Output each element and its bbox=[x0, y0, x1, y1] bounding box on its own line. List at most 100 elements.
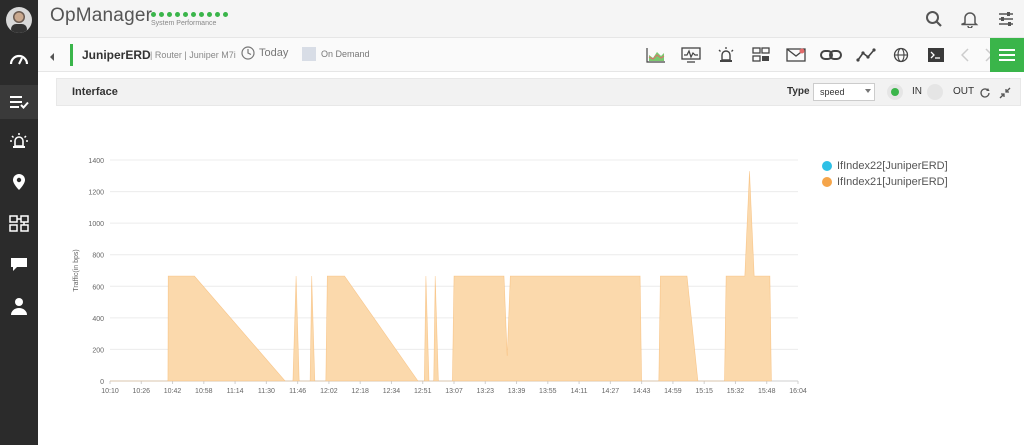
x-tick-label: 12:34 bbox=[383, 388, 401, 395]
period-selector[interactable]: Today bbox=[241, 46, 288, 60]
inventory-icon bbox=[10, 96, 29, 109]
y-tick-label: 400 bbox=[92, 316, 104, 323]
previous-button[interactable] bbox=[953, 38, 977, 72]
terminal-icon bbox=[927, 48, 944, 62]
sidebar bbox=[0, 0, 38, 445]
x-tick-label: 13:07 bbox=[445, 388, 463, 395]
y-tick-label: 1400 bbox=[88, 158, 104, 165]
y-tick-label: 800 bbox=[92, 253, 104, 260]
x-tick-label: 12:51 bbox=[414, 388, 432, 395]
monitor-button[interactable] bbox=[673, 38, 708, 72]
collapse-button[interactable] bbox=[48, 49, 56, 67]
top-bar-actions bbox=[916, 0, 1024, 38]
search-button[interactable] bbox=[916, 0, 952, 38]
x-tick-label: 14:43 bbox=[633, 388, 651, 395]
sidebar-item-users[interactable] bbox=[0, 289, 38, 323]
performance-chart-button[interactable] bbox=[638, 38, 673, 72]
graph-icon bbox=[855, 48, 876, 62]
configuration-button[interactable] bbox=[743, 38, 778, 72]
in-radio[interactable] bbox=[887, 84, 903, 100]
device-status-indicator bbox=[70, 44, 73, 66]
email-button[interactable] bbox=[778, 38, 813, 72]
chevron-left-icon bbox=[961, 48, 969, 62]
alarm-icon bbox=[10, 133, 28, 148]
x-tick-label: 13:39 bbox=[508, 388, 526, 395]
x-tick-label: 10:42 bbox=[164, 388, 182, 395]
x-tick-label: 15:15 bbox=[695, 388, 713, 395]
legend-swatch-in bbox=[822, 161, 832, 171]
mail-icon bbox=[785, 48, 806, 62]
web-button[interactable] bbox=[883, 38, 918, 72]
clock-icon bbox=[241, 46, 255, 60]
sidebar-item-dashboard[interactable] bbox=[0, 42, 38, 76]
hamburger-icon bbox=[999, 49, 1015, 61]
x-tick-label: 11:46 bbox=[289, 388, 306, 395]
avatar[interactable] bbox=[6, 7, 32, 33]
bell-icon bbox=[961, 12, 979, 28]
device-toolbar bbox=[638, 38, 1001, 72]
map-pin-icon bbox=[13, 174, 25, 190]
app-subtitle: System Performance bbox=[151, 20, 217, 27]
status-dots bbox=[151, 12, 228, 17]
sidebar-item-alarms[interactable] bbox=[0, 124, 38, 158]
monitor-icon bbox=[680, 47, 701, 63]
refresh-icon bbox=[980, 88, 990, 98]
sidebar-item-maps[interactable] bbox=[0, 165, 38, 199]
x-tick-label: 11:14 bbox=[227, 388, 244, 395]
app-brand[interactable]: OpManager bbox=[50, 5, 152, 27]
alarm-icon bbox=[718, 47, 733, 62]
on-demand-checkbox[interactable] bbox=[302, 47, 316, 61]
in-label: IN bbox=[912, 86, 922, 97]
y-tick-label: 600 bbox=[92, 284, 104, 291]
caret-left-icon bbox=[50, 53, 54, 61]
search-icon bbox=[926, 11, 942, 27]
on-demand-label: On Demand bbox=[321, 49, 370, 59]
refresh-button[interactable] bbox=[979, 86, 991, 104]
period-label: Today bbox=[259, 47, 289, 59]
sidebar-item-chat[interactable] bbox=[0, 247, 38, 281]
type-select[interactable]: speed bbox=[813, 83, 875, 101]
chevron-down-icon bbox=[865, 89, 871, 93]
dashboard-icon bbox=[9, 54, 29, 65]
menu-button[interactable] bbox=[990, 38, 1024, 72]
sidebar-item-network[interactable] bbox=[0, 206, 38, 240]
interface-panel-header: Interface Type speed IN OUT bbox=[56, 78, 1021, 106]
x-tick-label: 11:30 bbox=[258, 388, 275, 395]
out-radio[interactable] bbox=[927, 84, 943, 100]
y-tick-label: 0 bbox=[100, 379, 104, 386]
globe-icon bbox=[893, 47, 908, 63]
x-tick-label: 14:27 bbox=[602, 388, 620, 395]
x-tick-label: 10:26 bbox=[133, 388, 151, 395]
out-label: OUT bbox=[953, 86, 975, 97]
legend-label: IfIndex22[JuniperERD] bbox=[837, 160, 948, 172]
legend-item-ifindex21[interactable]: IfIndex21[JuniperERD] bbox=[822, 176, 948, 188]
x-tick-label: 15:48 bbox=[758, 388, 776, 395]
legend-label: IfIndex21[JuniperERD] bbox=[837, 176, 948, 188]
x-tick-label: 12:02 bbox=[320, 388, 338, 395]
device-meta: | Router | Juniper M7i bbox=[150, 50, 236, 60]
on-demand-toggle[interactable]: On Demand bbox=[302, 47, 370, 61]
x-tick-label: 13:23 bbox=[477, 388, 495, 395]
sidebar-item-inventory[interactable] bbox=[0, 85, 38, 119]
x-tick-label: 12:18 bbox=[351, 388, 369, 395]
y-axis-label: Traffic(in bps) bbox=[73, 249, 80, 291]
legend-item-ifindex22[interactable]: IfIndex22[JuniperERD] bbox=[822, 160, 948, 172]
compress-icon bbox=[999, 87, 1011, 99]
terminal-button[interactable] bbox=[918, 38, 953, 72]
device-bar: JuniperERD | Router | Juniper M7i Today … bbox=[38, 38, 1024, 72]
legend-swatch-out bbox=[822, 177, 832, 187]
link-button[interactable] bbox=[813, 38, 848, 72]
config-icon bbox=[751, 47, 770, 62]
chart-legend: IfIndex22[JuniperERD] IfIndex21[JuniperE… bbox=[822, 160, 948, 192]
notifications-button[interactable] bbox=[952, 0, 988, 38]
x-tick-label: 14:11 bbox=[571, 388, 588, 395]
collapse-panel-button[interactable] bbox=[999, 86, 1011, 104]
settings-button[interactable] bbox=[988, 0, 1024, 38]
type-select-value: speed bbox=[820, 87, 845, 97]
graph-button[interactable] bbox=[848, 38, 883, 72]
x-tick-label: 14:59 bbox=[664, 388, 682, 395]
settings-sliders-icon bbox=[999, 12, 1013, 26]
user-avatar-icon bbox=[11, 11, 27, 33]
alarms-button[interactable] bbox=[708, 38, 743, 72]
network-icon bbox=[9, 215, 29, 232]
